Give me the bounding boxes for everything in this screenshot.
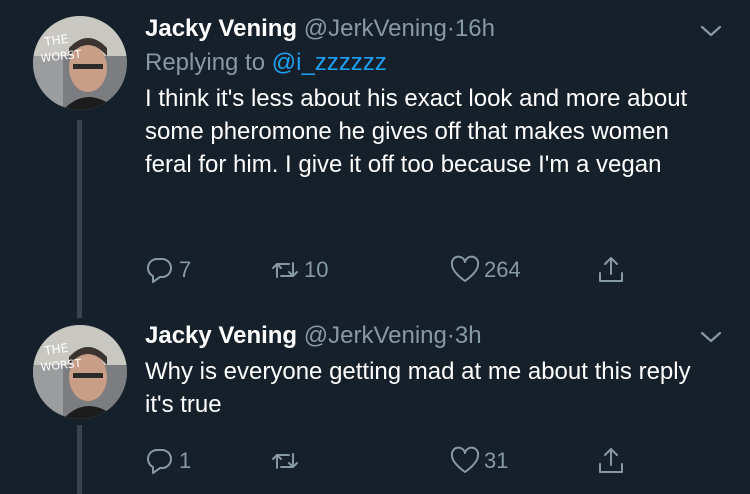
avatar-photo: THE WORST: [33, 325, 127, 419]
chevron-down-icon[interactable]: [700, 330, 722, 344]
like-button[interactable]: 31: [450, 446, 508, 476]
thread-connector: [77, 120, 82, 318]
retweet-icon: [272, 453, 298, 469]
replying-to-label: Replying to: [145, 49, 266, 76]
tweet-header: Jacky Vening @JerkVening·16h: [145, 14, 710, 44]
author-name[interactable]: Jacky Vening: [145, 15, 297, 42]
tweet-time[interactable]: 16h: [455, 15, 495, 42]
reply-icon: [147, 257, 172, 283]
separator-dot: ·: [446, 15, 455, 42]
avatar-photo: THE WORST: [33, 16, 127, 110]
chevron-down-icon[interactable]: [700, 24, 722, 38]
share-button[interactable]: [596, 255, 626, 285]
author-handle[interactable]: @JerkVening: [304, 322, 447, 349]
tweet[interactable]: THE WORST Jacky Vening @JerkVening·3h Wh…: [0, 318, 750, 494]
tweet-actions: 7 10 264: [145, 255, 645, 289]
author-name[interactable]: Jacky Vening: [145, 322, 297, 349]
tweet-text: I think it's less about his exact look a…: [145, 85, 688, 178]
reply-icon: [147, 448, 172, 474]
tweet-text: Why is everyone getting mad at me about …: [145, 358, 691, 418]
author-handle[interactable]: @JerkVening: [304, 15, 447, 42]
retweet-count: 10: [304, 257, 329, 282]
avatar[interactable]: THE WORST: [33, 325, 127, 419]
like-icon: [450, 255, 480, 282]
reply-button[interactable]: 1: [145, 446, 191, 476]
like-button[interactable]: 264: [450, 255, 521, 285]
reply-button[interactable]: 7: [145, 255, 191, 285]
retweet-icon: [272, 262, 298, 278]
tweet-actions: 1 31: [145, 446, 645, 480]
replying-to: Replying to @i_zzzzzz: [145, 48, 710, 78]
tweet-time[interactable]: 3h: [455, 322, 482, 349]
avatar[interactable]: THE WORST: [33, 16, 127, 110]
separator-dot: ·: [446, 322, 455, 349]
like-icon: [450, 446, 480, 473]
like-count: 264: [484, 257, 521, 282]
tweet-content: Jacky Vening @JerkVening·16h Replying to…: [145, 14, 710, 181]
retweet-button[interactable]: [270, 446, 304, 476]
tweet-content: Jacky Vening @JerkVening·3h Why is every…: [145, 321, 710, 421]
thread-connector: [77, 425, 82, 494]
tweet-header: Jacky Vening @JerkVening·3h: [145, 321, 710, 351]
reply-count: 7: [179, 257, 192, 282]
reply-count: 1: [179, 448, 192, 473]
like-count: 31: [484, 448, 509, 473]
share-icon: [599, 257, 623, 282]
share-button[interactable]: [596, 446, 626, 476]
replying-to-mention[interactable]: @i_zzzzzz: [272, 49, 387, 76]
tweet[interactable]: THE WORST Jacky Vening @JerkVening·16h R…: [0, 0, 750, 318]
share-icon: [599, 448, 623, 473]
retweet-button[interactable]: 10: [270, 255, 328, 285]
